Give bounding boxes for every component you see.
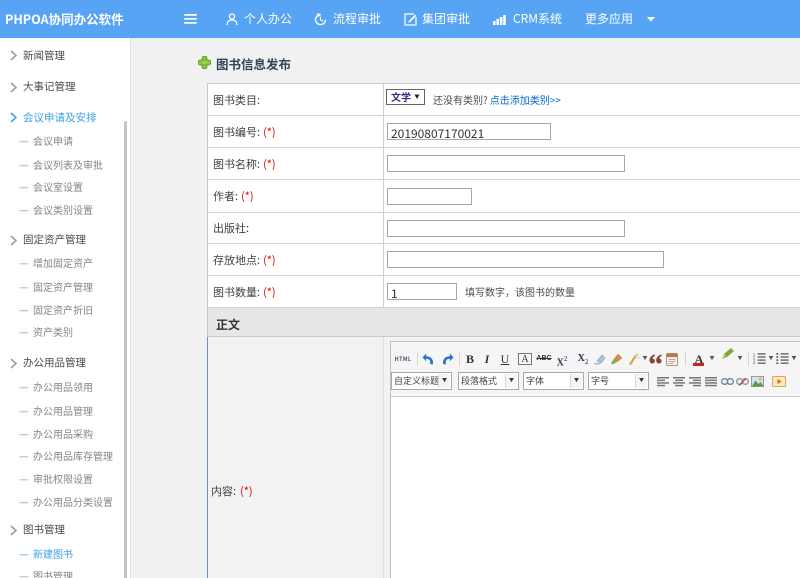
svg-text:4: 4 bbox=[753, 362, 755, 366]
